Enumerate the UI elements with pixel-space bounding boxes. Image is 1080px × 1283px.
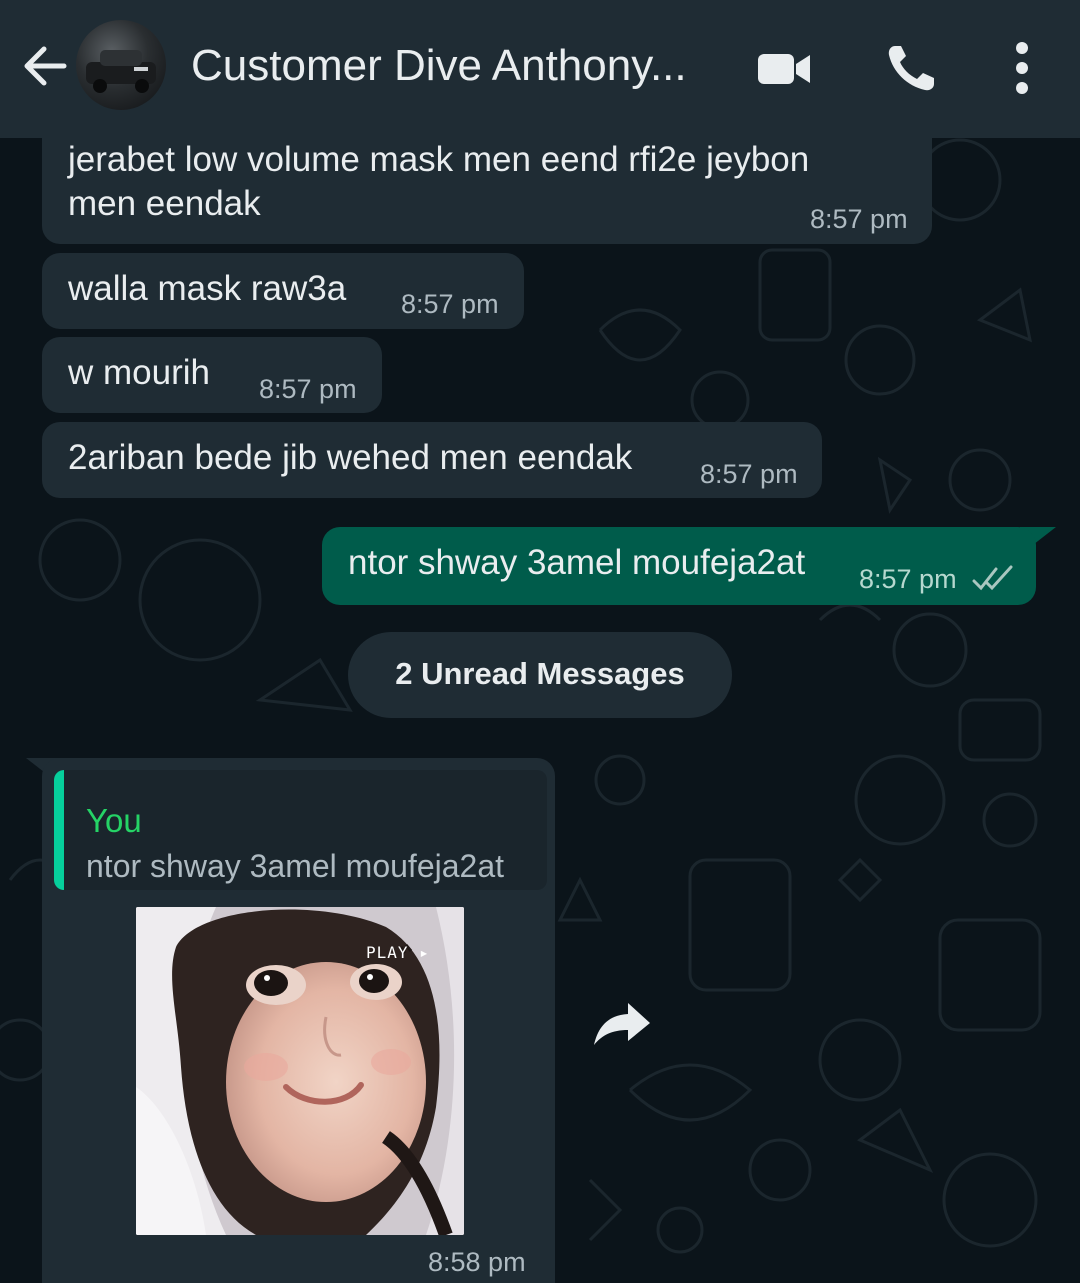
contact-avatar[interactable] bbox=[76, 20, 166, 110]
quote-author: You bbox=[86, 802, 142, 839]
quote-accent-bar bbox=[54, 770, 64, 890]
message-text: jerabet low volume mask men eend rfi2e j… bbox=[68, 140, 810, 179]
quoted-reply[interactable]: You ntor shway 3amel moufeja2at bbox=[54, 770, 547, 890]
message-time: 8:57 pm bbox=[859, 564, 957, 594]
phone-icon[interactable] bbox=[885, 42, 941, 94]
incoming-message[interactable]: 2ariban bede jib wehed men eendak 8:57 p… bbox=[42, 422, 822, 498]
double-check-read-icon bbox=[972, 565, 1013, 591]
message-time: 8:57 pm bbox=[700, 459, 798, 489]
message-time: 8:58 pm bbox=[428, 1247, 526, 1277]
sticker-image[interactable]: PLAY ▸ bbox=[136, 907, 464, 1235]
message-text: w mourih bbox=[68, 353, 210, 392]
quote-text: ntor shway 3amel moufeja2at bbox=[86, 848, 504, 884]
message-text: 2ariban bede jib wehed men eendak bbox=[68, 438, 633, 477]
incoming-message[interactable]: walla mask raw3a 8:57 pm bbox=[42, 253, 524, 329]
unread-count-label: 2 Unread Messages bbox=[395, 656, 685, 691]
incoming-sticker-message[interactable]: You ntor shway 3amel moufeja2at PLAY ▸ 8… bbox=[42, 758, 555, 1283]
video-camera-icon[interactable] bbox=[756, 42, 812, 94]
outgoing-message[interactable]: ntor shway 3amel moufeja2at 8:57 pm bbox=[322, 527, 1036, 605]
message-text: men eendak bbox=[68, 184, 261, 223]
sticker-overlay-text: PLAY ▸ bbox=[366, 943, 430, 962]
contact-name[interactable]: Customer Dive Anthony... bbox=[191, 36, 731, 96]
chat-header: Customer Dive Anthony... bbox=[0, 0, 1080, 138]
message-time: 8:57 pm bbox=[401, 289, 499, 319]
arrow-left-icon[interactable] bbox=[18, 38, 70, 94]
message-text: walla mask raw3a bbox=[68, 269, 347, 308]
message-text: ntor shway 3amel moufeja2at bbox=[348, 543, 806, 582]
more-vertical-icon[interactable] bbox=[996, 42, 1052, 94]
unread-messages-divider: 2 Unread Messages bbox=[348, 632, 732, 718]
message-time: 8:57 pm bbox=[259, 374, 357, 404]
forward-icon[interactable] bbox=[590, 995, 654, 1051]
incoming-message[interactable]: w mourih 8:57 pm bbox=[42, 337, 382, 413]
message-time: 8:57 pm bbox=[810, 204, 908, 234]
